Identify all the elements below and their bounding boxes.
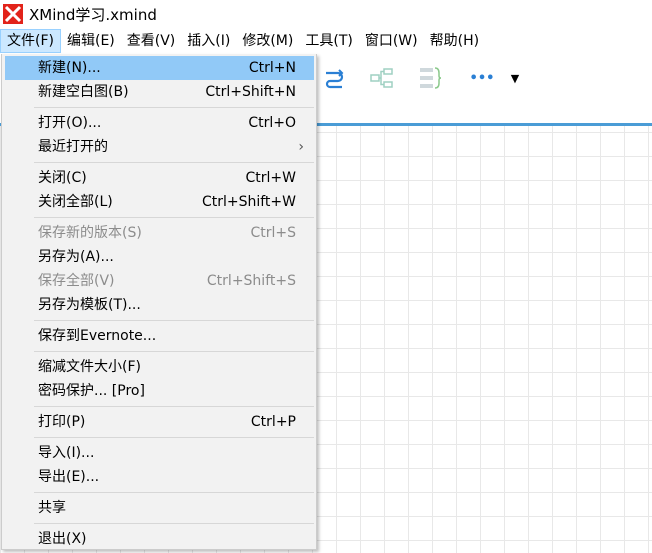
menu-item-label: 密码保护... [Pro] — [38, 383, 145, 399]
menu-item-close[interactable]: 关闭(C) Ctrl+W — [5, 166, 314, 190]
menu-item-shortcut: Ctrl+N — [248, 60, 296, 76]
menu-item-label: 保存全部(V) — [38, 273, 115, 289]
window-title: XMind学习.xmind — [29, 5, 157, 24]
submenu-arrow-icon: › — [298, 139, 304, 155]
menu-item-save-all: 保存全部(V) Ctrl+Shift+S — [5, 269, 314, 293]
menu-item-shortcut: Ctrl+Shift+S — [206, 273, 296, 289]
menu-item-exit[interactable]: 退出(X) — [5, 527, 314, 551]
menu-item-label: 保存到Evernote... — [38, 328, 157, 344]
menu-bar: 文件(F) 编辑(E) 查看(V) 插入(I) 修改(M) 工具(T) 窗口(W… — [0, 28, 652, 54]
menu-item-label: 关闭(C) — [38, 170, 87, 186]
menu-item-shortcut: Ctrl+Shift+N — [205, 84, 296, 100]
menu-window[interactable]: 窗口(W) — [359, 29, 424, 53]
more-icon[interactable]: ••• — [468, 64, 496, 92]
menu-item-label: 导入(I)... — [38, 445, 95, 461]
menu-item-label: 关闭全部(L) — [38, 194, 113, 210]
menu-item-reduce-size[interactable]: 缩减文件大小(F) — [5, 355, 314, 379]
menu-item-shortcut: Ctrl+Shift+W — [201, 194, 296, 210]
menu-item-save-as[interactable]: 另存为(A)... — [5, 245, 314, 269]
menu-item-new-blank[interactable]: 新建空白图(B) Ctrl+Shift+N — [5, 80, 314, 104]
menu-item-open[interactable]: 打开(O)... Ctrl+O — [5, 111, 314, 135]
menu-separator — [34, 492, 314, 493]
menu-item-label: 另存为(A)... — [38, 249, 114, 265]
toolbar: ••• ▼ — [318, 54, 652, 120]
menu-item-label: 共享 — [38, 500, 66, 516]
menu-modify[interactable]: 修改(M) — [236, 29, 299, 53]
menu-separator — [34, 523, 314, 524]
menu-item-shortcut: Ctrl+P — [250, 414, 296, 430]
menu-item-shortcut: Ctrl+O — [248, 115, 296, 131]
menu-item-share[interactable]: 共享 — [5, 496, 314, 520]
menu-item-label: 导出(E)... — [38, 469, 100, 485]
menu-file[interactable]: 文件(F) — [0, 29, 61, 53]
boundary-icon[interactable] — [416, 64, 444, 92]
menu-help[interactable]: 帮助(H) — [424, 29, 485, 53]
menu-item-label: 保存新的版本(S) — [38, 225, 142, 241]
summary-tree-icon[interactable] — [368, 64, 396, 92]
menu-separator — [34, 351, 314, 352]
menu-item-label: 最近打开的 — [38, 139, 108, 155]
menu-item-close-all[interactable]: 关闭全部(L) Ctrl+Shift+W — [5, 190, 314, 214]
menu-item-print[interactable]: 打印(P) Ctrl+P — [5, 410, 314, 434]
menu-tools[interactable]: 工具(T) — [299, 29, 358, 53]
title-bar: XMind学习.xmind — [0, 0, 652, 28]
menu-item-label: 新建空白图(B) — [38, 84, 129, 100]
menu-item-label: 打开(O)... — [38, 115, 102, 131]
menu-view[interactable]: 查看(V) — [121, 29, 182, 53]
menu-separator — [34, 217, 314, 218]
menu-item-label: 新建(N)... — [38, 60, 101, 76]
menu-separator — [34, 107, 314, 108]
menu-item-password-protect[interactable]: 密码保护... [Pro] — [5, 379, 314, 403]
menu-item-label: 缩减文件大小(F) — [38, 359, 141, 375]
menu-item-label: 退出(X) — [38, 531, 87, 547]
menu-insert[interactable]: 插入(I) — [181, 29, 236, 53]
menu-item-save-to-evernote[interactable]: 保存到Evernote... — [5, 324, 314, 348]
menu-separator — [34, 162, 314, 163]
menu-item-shortcut: Ctrl+W — [245, 170, 296, 186]
dropdown-arrow-icon[interactable]: ▼ — [502, 64, 528, 92]
menu-item-new[interactable]: 新建(N)... Ctrl+N — [5, 56, 314, 80]
menu-separator — [34, 406, 314, 407]
menu-item-save-as-template[interactable]: 另存为模板(T)... — [5, 293, 314, 317]
menu-edit[interactable]: 编辑(E) — [61, 29, 121, 53]
menu-separator — [34, 320, 314, 321]
xmind-logo-icon — [3, 4, 23, 24]
menu-item-export[interactable]: 导出(E)... — [5, 465, 314, 489]
menu-item-label: 另存为模板(T)... — [38, 297, 141, 313]
menu-item-recent[interactable]: 最近打开的 › — [5, 135, 314, 159]
menu-item-import[interactable]: 导入(I)... — [5, 441, 314, 465]
file-menu: 新建(N)... Ctrl+N 新建空白图(B) Ctrl+Shift+N 打开… — [1, 54, 317, 550]
menu-separator — [34, 437, 314, 438]
menu-item-save-new-version: 保存新的版本(S) Ctrl+S — [5, 221, 314, 245]
menu-item-shortcut: Ctrl+S — [250, 225, 296, 241]
menu-item-label: 打印(P) — [38, 414, 86, 430]
relationship-icon[interactable] — [320, 64, 348, 92]
